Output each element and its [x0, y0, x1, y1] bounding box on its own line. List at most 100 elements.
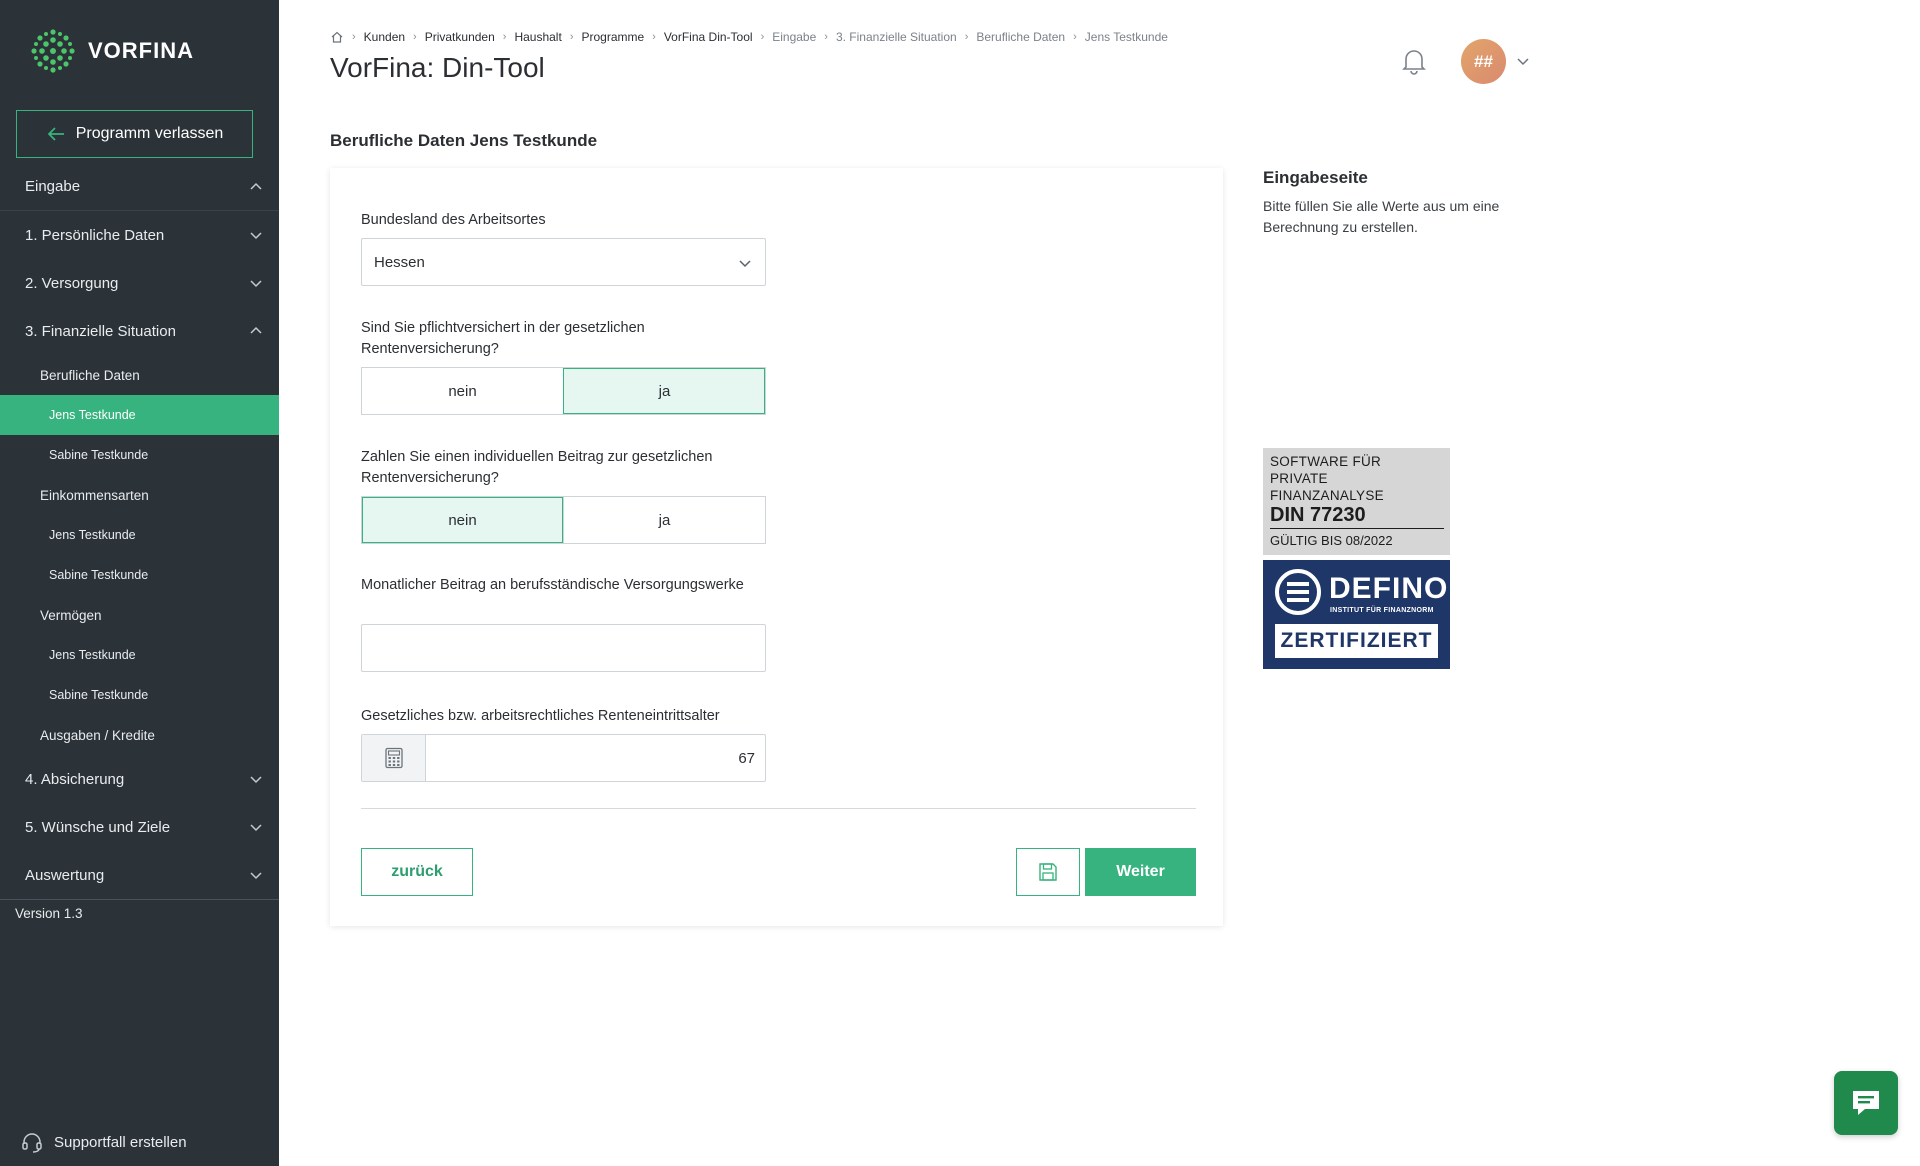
calculator-button[interactable] — [362, 735, 426, 781]
chevron-down-icon — [250, 776, 262, 784]
rentenalter-input[interactable]: 67 — [361, 734, 766, 782]
arrow-left-icon — [47, 127, 64, 141]
headset-icon — [22, 1133, 42, 1153]
form-divider — [361, 808, 1196, 809]
cert-top: SOFTWARE FÜR PRIVATE FINANZANALYSE DIN 7… — [1263, 448, 1450, 555]
cert-zertifiziert: ZERTIFIZIERT — [1275, 624, 1438, 658]
nav-wuensche-ziele[interactable]: 5. Wünsche und Ziele — [0, 803, 279, 851]
bundesland-select[interactable]: Hessen — [361, 238, 766, 286]
rentenalter-label: Gesetzliches bzw. arbeitsrechtliches Ren… — [361, 708, 720, 724]
din-certification-badge: SOFTWARE FÜR PRIVATE FINANZANALYSE DIN 7… — [1263, 448, 1450, 669]
chevron-down-icon — [250, 280, 262, 288]
nav-absicherung-label: 4. Absicherung — [25, 770, 125, 788]
chat-icon — [1853, 1091, 1879, 1115]
nav-finanzielle-situation[interactable]: 3. Finanzielle Situation — [0, 307, 279, 355]
defino-emblem-icon — [1275, 569, 1321, 615]
breadcrumb-separator: › — [652, 31, 656, 43]
nav-einkommen-jens[interactable]: Jens Testkunde — [0, 515, 279, 555]
breadcrumb-item[interactable]: VorFina Din-Tool — [664, 30, 753, 44]
chevron-down-icon — [250, 232, 262, 240]
avatar[interactable]: ## — [1461, 39, 1506, 84]
breadcrumb-separator: › — [352, 31, 356, 43]
breadcrumb: › Kunden › Privatkunden › Haushalt › Pro… — [330, 30, 1168, 44]
cert-sub: INSTITUT FÜR FINANZNORM — [1330, 607, 1434, 614]
chevron-down-icon[interactable] — [1516, 54, 1530, 68]
nav-persoenliche-label: 1. Persönliche Daten — [25, 226, 165, 244]
beitrag-label: Zahlen Sie einen individuellen Beitrag z… — [361, 449, 713, 486]
breadcrumb-separator: › — [1073, 31, 1077, 43]
breadcrumb-separator: › — [569, 31, 574, 43]
chat-button[interactable] — [1834, 1071, 1898, 1135]
nav-divider — [0, 899, 279, 900]
breadcrumb-item[interactable]: Haushalt — [514, 30, 561, 44]
breadcrumb-separator: › — [760, 31, 765, 43]
nav-auswertung[interactable]: Auswertung — [0, 851, 279, 899]
nav-persoenliche-daten[interactable]: 1. Persönliche Daten — [0, 211, 279, 259]
breadcrumb-item[interactable]: Privatkunden — [425, 30, 495, 44]
breadcrumb-separator: › — [502, 31, 507, 43]
nav-berufliche-jens[interactable]: Jens Testkunde — [0, 395, 279, 435]
info-text: Bitte füllen Sie alle Werte aus um eine … — [1263, 198, 1500, 235]
nav-einkommen-sabine[interactable]: Sabine Testkunde — [0, 555, 279, 595]
back-button[interactable]: zurück — [361, 848, 473, 896]
rentenalter-value: 67 — [738, 749, 755, 767]
page-title: VorFina: Din-Tool — [330, 52, 545, 83]
version-label: Version 1.3 — [15, 906, 83, 921]
nav-vermoegen-jens[interactable]: Jens Testkunde — [0, 635, 279, 675]
nav-absicherung[interactable]: 4. Absicherung — [0, 755, 279, 803]
cert-valid: GÜLTIG BIS 08/2022 — [1270, 533, 1393, 548]
nav-wuensche-label: 5. Wünsche und Ziele — [25, 818, 171, 836]
section-title: Berufliche Daten Jens Testkunde — [330, 131, 598, 150]
pflicht-toggle: nein ja — [361, 367, 766, 415]
breadcrumb-item[interactable]: Eingabe — [772, 30, 816, 44]
nav-einkommensarten[interactable]: Einkommensarten — [0, 475, 279, 515]
support-label: Supportfall erstellen — [54, 1133, 187, 1151]
chevron-down-icon — [250, 824, 262, 832]
nav-ausgaben-kredite[interactable]: Ausgaben / Kredite — [0, 715, 279, 755]
beitrag-option-ja[interactable]: ja — [563, 497, 765, 543]
beitrag-toggle: nein ja — [361, 496, 766, 544]
exit-program-button[interactable]: Programm verlassen — [16, 110, 253, 158]
nav-berufliche-daten[interactable]: Berufliche Daten — [0, 355, 279, 395]
sidebar: VORFINA Programm verlassen Eingabe 1. Pe… — [0, 0, 279, 1166]
nav-vermoegen-sabine[interactable]: Sabine Testkunde — [0, 675, 279, 715]
nav-eingabe-label: Eingabe — [25, 178, 81, 195]
breadcrumb-separator: › — [964, 31, 969, 43]
nav-eingabe[interactable]: Eingabe — [0, 163, 279, 211]
info-title: Eingabeseite — [1263, 168, 1368, 187]
home-icon[interactable] — [330, 30, 344, 44]
calculator-icon — [384, 747, 403, 769]
next-button[interactable]: Weiter — [1085, 848, 1196, 896]
chevron-up-icon — [250, 326, 262, 334]
bell-icon[interactable] — [1400, 46, 1428, 76]
nav-berufliche-sabine[interactable]: Sabine Testkunde — [0, 435, 279, 475]
breadcrumb-item[interactable]: Berufliche Daten — [976, 30, 1065, 44]
vorfina-logo-icon — [31, 29, 75, 73]
defino-logo: DEFINO INSTITUT FÜR FINANZNORM ZERTIFIZI… — [1263, 560, 1450, 669]
breadcrumb-item[interactable]: Kunden — [364, 30, 405, 44]
nav-versorgung[interactable]: 2. Versorgung — [0, 259, 279, 307]
nav-vermoegen[interactable]: Vermögen — [0, 595, 279, 635]
logo-text: VORFINA — [88, 38, 194, 63]
nav-versorgung-label: 2. Versorgung — [25, 274, 119, 292]
logo[interactable]: VORFINA — [30, 28, 194, 74]
versorgungswerk-label: Monatlicher Beitrag an berufsständische … — [361, 577, 744, 593]
cert-line1: SOFTWARE FÜR — [1270, 454, 1382, 469]
chevron-down-icon — [739, 260, 751, 268]
form-card: Bundesland des Arbeitsortes Hessen Sind … — [330, 168, 1223, 926]
versorgungswerk-input[interactable] — [361, 624, 766, 672]
chevron-down-icon — [250, 872, 262, 880]
breadcrumb-item[interactable]: 3. Finanzielle Situation — [836, 30, 957, 44]
save-button[interactable] — [1016, 848, 1080, 896]
cert-din: DIN 77230 — [1270, 504, 1444, 529]
pflicht-option-ja[interactable]: ja — [563, 368, 765, 414]
beitrag-option-nein[interactable]: nein — [362, 497, 563, 543]
chevron-up-icon — [250, 182, 262, 190]
support-link[interactable]: Supportfall erstellen — [20, 1130, 187, 1154]
pflicht-option-nein[interactable]: nein — [362, 368, 563, 414]
breadcrumb-item-current: Jens Testkunde — [1084, 30, 1168, 44]
breadcrumb-item[interactable]: Programme — [581, 30, 644, 44]
breadcrumb-separator: › — [824, 31, 828, 43]
bundesland-value: Hessen — [374, 253, 425, 271]
sidebar-nav: Eingabe 1. Persönliche Daten 2. Versorgu… — [0, 163, 279, 899]
